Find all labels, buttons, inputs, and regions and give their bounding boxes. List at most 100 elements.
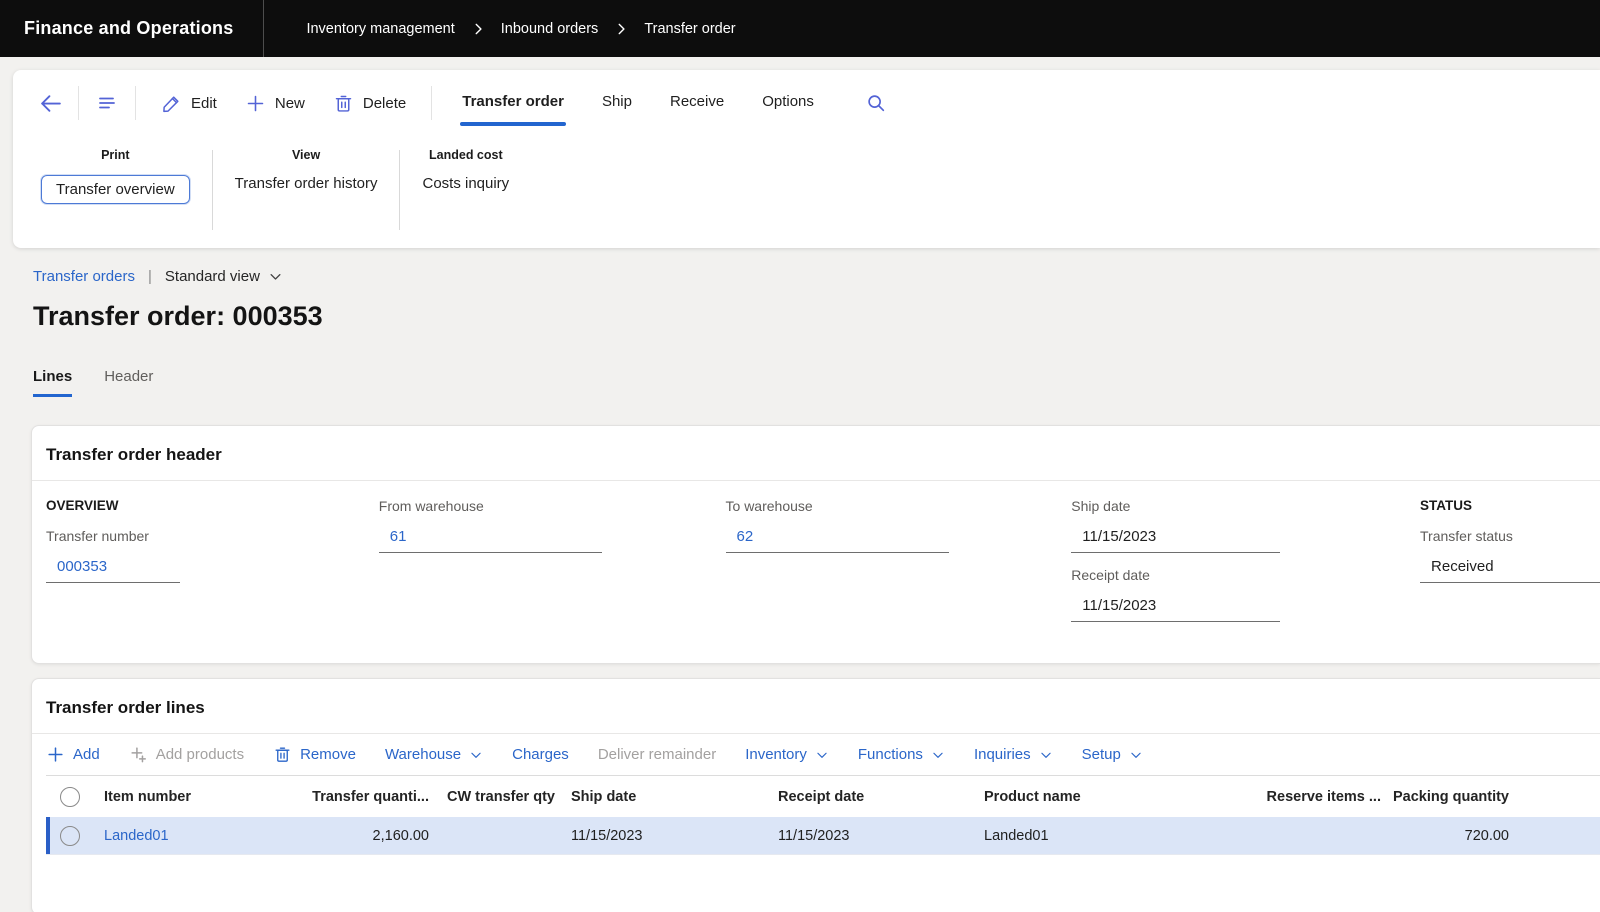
chevron-down-icon bbox=[469, 748, 483, 762]
functions-menu-label: Functions bbox=[858, 746, 923, 763]
breadcrumb: Inventory management Inbound orders Tran… bbox=[306, 21, 735, 37]
transfer-orders-link[interactable]: Transfer orders bbox=[33, 268, 135, 285]
transfer-order-history-button[interactable]: Transfer order history bbox=[235, 175, 378, 192]
transfer-number-value[interactable]: 000353 bbox=[46, 558, 180, 583]
breadcrumb-item-inbound-orders[interactable]: Inbound orders bbox=[501, 21, 599, 37]
ship-date-value[interactable]: 11/15/2023 bbox=[1071, 528, 1280, 553]
setup-menu-label: Setup bbox=[1082, 746, 1121, 763]
delete-button-label: Delete bbox=[363, 95, 406, 112]
search-icon[interactable] bbox=[859, 86, 893, 120]
warehouse-menu[interactable]: Warehouse bbox=[385, 746, 483, 763]
charges-button[interactable]: Charges bbox=[512, 746, 569, 763]
add-line-label: Add bbox=[73, 746, 100, 763]
column-header-transfer-quantity[interactable]: Transfer quanti... bbox=[300, 789, 435, 805]
cell-packing-quantity[interactable]: 720.00 bbox=[1385, 828, 1515, 844]
ribbon-panel: Print Transfer overview View Transfer or… bbox=[13, 136, 1600, 248]
column-header-ship-date[interactable]: Ship date bbox=[560, 789, 760, 805]
ribbon-group-landed-cost: Landed cost Costs inquiry bbox=[400, 148, 531, 248]
tab-ship[interactable]: Ship bbox=[600, 87, 634, 120]
transfer-status-label: Transfer status bbox=[1420, 528, 1600, 544]
breadcrumb-item-transfer-order[interactable]: Transfer order bbox=[644, 21, 735, 37]
breadcrumb-item-inventory-management[interactable]: Inventory management bbox=[306, 21, 454, 37]
setup-menu[interactable]: Setup bbox=[1082, 746, 1143, 763]
transfer-overview-button[interactable]: Transfer overview bbox=[41, 175, 190, 204]
ribbon-group-print: Print Transfer overview bbox=[19, 148, 212, 248]
deliver-remainder-label: Deliver remainder bbox=[598, 746, 716, 763]
receipt-date-value[interactable]: 11/15/2023 bbox=[1071, 597, 1280, 622]
column-header-item-number[interactable]: Item number bbox=[90, 789, 300, 805]
transfer-order-header-card: Transfer order header OVERVIEW Transfer … bbox=[31, 425, 1600, 664]
pencil-icon bbox=[161, 93, 182, 114]
costs-inquiry-button[interactable]: Costs inquiry bbox=[422, 175, 509, 192]
tab-options[interactable]: Options bbox=[760, 87, 816, 120]
chevron-down-icon bbox=[1039, 748, 1053, 762]
cell-item-number[interactable]: Landed01 bbox=[90, 828, 300, 844]
ship-date-label: Ship date bbox=[1071, 498, 1420, 514]
ribbon-group-title: Landed cost bbox=[429, 148, 503, 162]
trash-icon bbox=[333, 93, 354, 114]
column-header-product-name[interactable]: Product name bbox=[965, 789, 1245, 805]
inventory-menu[interactable]: Inventory bbox=[745, 746, 829, 763]
to-warehouse-label: To warehouse bbox=[726, 498, 1072, 514]
back-button[interactable] bbox=[33, 86, 67, 120]
functions-menu[interactable]: Functions bbox=[858, 746, 945, 763]
column-header-reserve-items[interactable]: Reserve items ... bbox=[1245, 789, 1385, 805]
plus-icon bbox=[46, 745, 65, 764]
action-pane-toolbar: Edit New Delete Transfer order Ship Rece… bbox=[13, 70, 1600, 136]
page-tabs: Lines Header bbox=[33, 368, 1600, 397]
inquiries-menu[interactable]: Inquiries bbox=[974, 746, 1053, 763]
trash-icon bbox=[273, 745, 292, 764]
select-all-checkbox[interactable] bbox=[60, 787, 80, 807]
card-title: Transfer order lines bbox=[32, 679, 1600, 733]
cell-ship-date[interactable]: 11/15/2023 bbox=[560, 828, 760, 844]
column-header-cw-transfer-qty[interactable]: CW transfer qty bbox=[435, 789, 560, 805]
topbar-divider bbox=[263, 0, 264, 57]
to-warehouse-value[interactable]: 62 bbox=[726, 528, 949, 553]
new-button-label: New bbox=[275, 95, 305, 112]
cell-product-name[interactable]: Landed01 bbox=[965, 828, 1245, 844]
header-fields: OVERVIEW Transfer number 000353 From war… bbox=[32, 481, 1600, 663]
view-selector-label: Standard view bbox=[165, 268, 260, 285]
cell-receipt-date[interactable]: 11/15/2023 bbox=[760, 828, 965, 844]
task-list-icon[interactable] bbox=[90, 86, 124, 120]
tab-transfer-order[interactable]: Transfer order bbox=[460, 87, 566, 120]
add-multiple-icon bbox=[129, 745, 148, 764]
lines-grid: Item number Transfer quanti... CW transf… bbox=[46, 775, 1600, 855]
table-row[interactable]: Landed01 2,160.00 11/15/2023 11/15/2023 … bbox=[46, 817, 1600, 855]
transfer-order-lines-card: Transfer order lines Add Add products Re… bbox=[31, 678, 1600, 912]
remove-line-button[interactable]: Remove bbox=[273, 745, 356, 764]
chevron-down-icon bbox=[815, 748, 829, 762]
from-warehouse-value[interactable]: 61 bbox=[379, 528, 602, 553]
toolbar-divider bbox=[78, 86, 79, 120]
app-title[interactable]: Finance and Operations bbox=[0, 18, 263, 39]
select-all-cell bbox=[46, 787, 90, 807]
view-selector[interactable]: Standard view bbox=[165, 268, 283, 285]
tab-lines[interactable]: Lines bbox=[33, 368, 72, 397]
inquiries-menu-label: Inquiries bbox=[974, 746, 1031, 763]
transfer-number-label: Transfer number bbox=[46, 528, 379, 544]
inventory-menu-label: Inventory bbox=[745, 746, 807, 763]
add-products-button[interactable]: Add products bbox=[129, 745, 244, 764]
new-button[interactable]: New bbox=[245, 93, 305, 114]
cell-transfer-quantity[interactable]: 2,160.00 bbox=[300, 828, 435, 844]
action-pane: Edit New Delete Transfer order Ship Rece… bbox=[13, 70, 1600, 248]
ribbon-group-title: View bbox=[292, 148, 320, 162]
separator: | bbox=[148, 268, 152, 285]
toolbar-divider bbox=[431, 86, 432, 120]
chevron-down-icon bbox=[1129, 748, 1143, 762]
tab-receive[interactable]: Receive bbox=[668, 87, 726, 120]
delete-button[interactable]: Delete bbox=[333, 93, 406, 114]
add-line-button[interactable]: Add bbox=[46, 745, 100, 764]
row-select-checkbox[interactable] bbox=[60, 826, 80, 846]
column-header-packing-quantity[interactable]: Packing quantity bbox=[1385, 789, 1515, 805]
transfer-status-value: Received bbox=[1420, 558, 1600, 583]
column-header-receipt-date[interactable]: Receipt date bbox=[760, 789, 965, 805]
toolbar-divider bbox=[135, 86, 136, 120]
deliver-remainder-button[interactable]: Deliver remainder bbox=[598, 746, 716, 763]
edit-button[interactable]: Edit bbox=[161, 93, 217, 114]
card-title: Transfer order header bbox=[32, 426, 1600, 480]
from-warehouse-label: From warehouse bbox=[379, 498, 726, 514]
tab-header[interactable]: Header bbox=[104, 368, 153, 397]
chevron-down-icon bbox=[268, 269, 283, 284]
chevron-right-icon bbox=[471, 22, 485, 36]
